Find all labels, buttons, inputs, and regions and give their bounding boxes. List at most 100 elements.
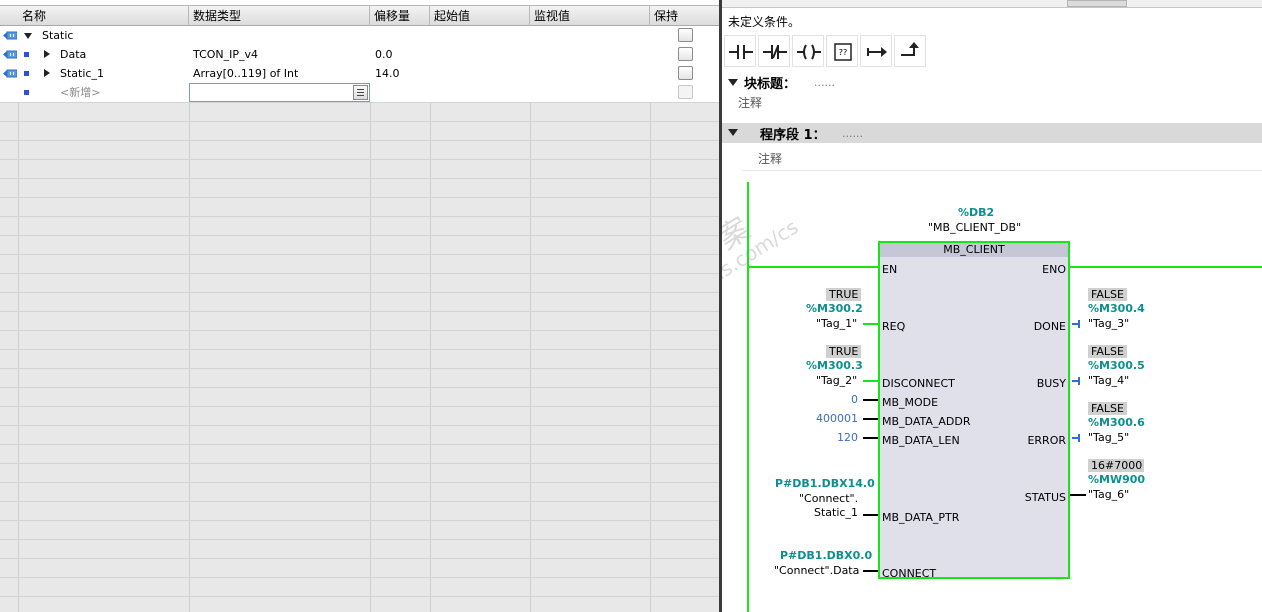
mb-client-block[interactable]: MB_CLIENT EN ENO REQ DISCONNECT MB_MODE …	[878, 241, 1070, 580]
power-rail	[747, 182, 749, 612]
grid-line	[0, 254, 719, 255]
instance-db-name[interactable]: "MB_CLIENT_DB"	[928, 221, 1021, 234]
mb-data-ptr-tag[interactable]: "Connect".	[799, 492, 858, 505]
req-tag[interactable]: "Tag_1"	[816, 317, 857, 330]
interface-icon	[3, 31, 17, 40]
nc-contact-icon[interactable]	[758, 35, 790, 67]
grid-line	[650, 26, 651, 612]
horizontal-scrollbar[interactable]	[722, 0, 1262, 8]
connect-wire	[863, 570, 878, 572]
row-name: Data	[60, 48, 87, 61]
network-title-value[interactable]: ......	[842, 127, 863, 140]
grid-line	[0, 311, 719, 312]
mb-data-ptr-wire	[863, 514, 878, 516]
instance-db-address[interactable]: %DB2	[958, 206, 994, 219]
en-wire	[749, 266, 878, 268]
grid-line	[0, 558, 719, 559]
pin-status: STATUS	[1024, 491, 1066, 504]
pin-mb-data-addr: MB_DATA_ADDR	[882, 415, 971, 428]
grid-line	[189, 26, 190, 612]
expand-icon[interactable]	[44, 69, 50, 77]
row-datatype[interactable]: Array[0..119] of Int	[193, 64, 298, 83]
branch-close-icon[interactable]	[894, 35, 926, 67]
col-offset[interactable]: 偏移量	[370, 6, 430, 26]
collapse-icon[interactable]	[728, 79, 738, 86]
busy-address[interactable]: %M300.5	[1088, 359, 1145, 372]
error-state: FALSE	[1088, 402, 1127, 415]
watermark-logo: support.industry.siemens.com/cs	[722, 214, 803, 410]
interface-icon	[3, 69, 17, 78]
pin-connect: CONNECT	[882, 567, 937, 580]
coil-icon[interactable]	[792, 35, 824, 67]
grid-line	[0, 216, 719, 217]
disconnect-address[interactable]: %M300.3	[806, 359, 863, 372]
status-address[interactable]: %MW900	[1088, 473, 1145, 486]
mb-data-addr-value[interactable]: 400001	[816, 412, 858, 425]
col-datatype[interactable]: 数据类型	[189, 6, 370, 26]
add-new-placeholder[interactable]: <新增>	[60, 83, 100, 102]
network-comment-box[interactable]: 注释	[742, 145, 1262, 171]
list-icon[interactable]	[353, 85, 368, 100]
eno-wire	[1070, 266, 1262, 268]
mb-mode-value[interactable]: 0	[851, 393, 858, 406]
expand-icon[interactable]	[44, 50, 50, 58]
col-monitor-value[interactable]: 监视值	[530, 6, 650, 26]
table-row[interactable]: Static	[0, 26, 719, 45]
error-address[interactable]: %M300.6	[1088, 416, 1145, 429]
network-label: 程序段 1：	[760, 128, 826, 143]
pin-req: REQ	[882, 320, 906, 333]
error-tag[interactable]: "Tag_5"	[1088, 431, 1129, 444]
grid-line	[0, 235, 719, 236]
disconnect-tag[interactable]: "Tag_2"	[816, 374, 857, 387]
grid-line	[0, 121, 719, 122]
grid-line	[0, 368, 719, 369]
mb-data-len-value[interactable]: 120	[837, 431, 858, 444]
datatype-input[interactable]	[189, 83, 370, 102]
block-title-value[interactable]: ......	[814, 76, 835, 89]
row-datatype[interactable]: TCON_IP_v4	[193, 45, 258, 64]
done-address[interactable]: %M300.4	[1088, 302, 1145, 315]
table-header: 名称 数据类型 偏移量 起始值 监视值 保持	[0, 6, 719, 26]
retain-checkbox[interactable]	[678, 47, 693, 61]
table-row[interactable]: Static_1 Array[0..119] of Int 14.0	[0, 64, 719, 83]
member-icon	[24, 52, 29, 57]
pin-en: EN	[882, 263, 898, 276]
done-tag[interactable]: "Tag_3"	[1088, 317, 1129, 330]
watermark-logo: 找答案	[722, 211, 757, 289]
collapse-icon[interactable]	[728, 129, 738, 136]
row-name: Static_1	[60, 67, 104, 80]
col-name[interactable]: 名称	[0, 6, 189, 26]
col-start-value[interactable]: 起始值	[430, 6, 530, 26]
table-row[interactable]: Data TCON_IP_v4 0.0	[0, 45, 719, 64]
connect-tag[interactable]: "Connect".Data	[774, 564, 859, 577]
network-header: 程序段 1： ......	[722, 123, 1262, 143]
status-output-wire	[1070, 494, 1086, 496]
status-state: 16#7000	[1088, 459, 1144, 472]
mb-mode-wire	[863, 399, 878, 401]
grid-line	[0, 387, 719, 388]
scroll-thumb[interactable]	[1067, 0, 1127, 7]
mb-data-ptr-address[interactable]: P#DB1.DBX14.0	[775, 477, 875, 490]
empty-box-icon[interactable]: ??	[826, 35, 858, 67]
pin-busy: BUSY	[1036, 377, 1066, 390]
req-address[interactable]: %M300.2	[806, 302, 863, 315]
done-output-wire	[1072, 320, 1080, 328]
block-type-name: MB_CLIENT	[880, 243, 1068, 257]
retain-checkbox[interactable]	[678, 28, 693, 42]
grid-line	[0, 197, 719, 198]
collapse-icon[interactable]	[24, 33, 32, 39]
block-comment[interactable]: 注释	[738, 94, 762, 111]
connect-address[interactable]: P#DB1.DBX0.0	[780, 549, 872, 562]
status-tag[interactable]: "Tag_6"	[1088, 488, 1129, 501]
busy-output-wire	[1072, 377, 1080, 385]
no-contact-icon[interactable]	[724, 35, 756, 67]
grid-line	[18, 26, 19, 612]
col-retain[interactable]: 保持	[650, 6, 719, 26]
busy-tag[interactable]: "Tag_4"	[1088, 374, 1129, 387]
table-row-add[interactable]: <新增>	[0, 83, 719, 102]
retain-checkbox[interactable]	[678, 66, 693, 80]
mb-data-ptr-tag-member[interactable]: Static_1	[814, 506, 858, 519]
branch-open-icon[interactable]	[860, 35, 892, 67]
pin-mb-data-ptr: MB_DATA_PTR	[882, 511, 960, 524]
error-output-wire	[1072, 434, 1080, 442]
